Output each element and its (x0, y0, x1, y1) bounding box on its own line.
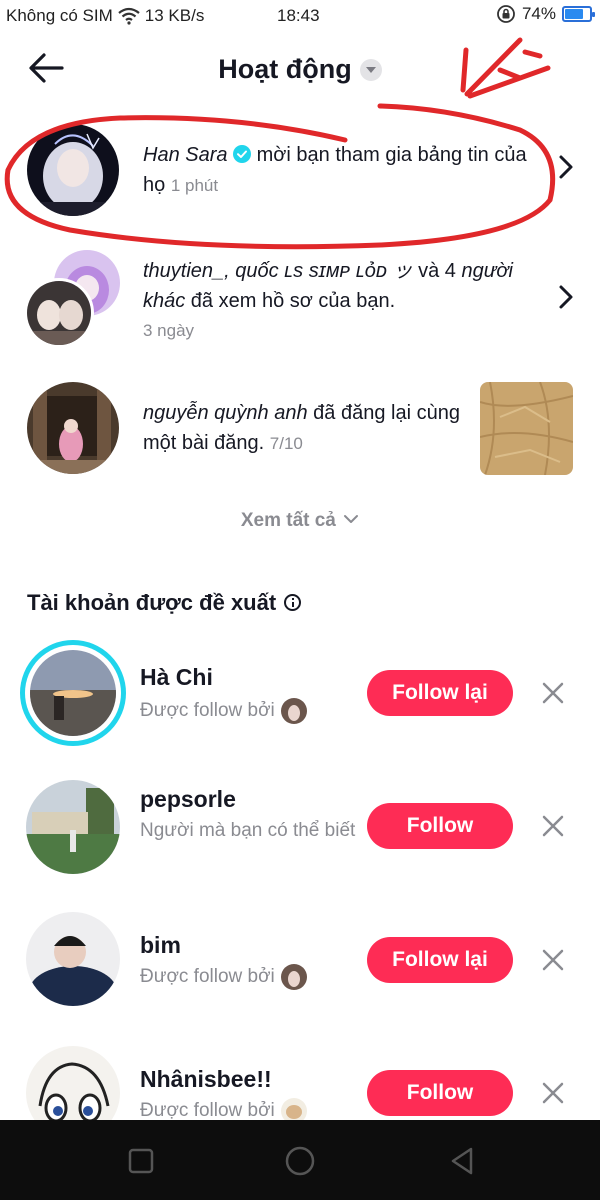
account-subtitle: Được follow bởi (140, 1096, 307, 1120)
account-subtitle: Được follow bởi (140, 962, 307, 992)
header: Hoạt động (0, 36, 600, 100)
chevron-down-icon (359, 58, 382, 81)
activity-time: 1 phút (170, 176, 219, 195)
wifi-icon (118, 7, 140, 25)
avatar[interactable] (30, 650, 116, 736)
story-ring (20, 640, 126, 746)
account-name[interactable]: pepsorle (140, 786, 236, 813)
follow-back-button[interactable]: Follow lại (367, 937, 513, 983)
activity-item[interactable]: Han Sara mời bạn tham gia bảng tin của h… (0, 118, 600, 218)
section-title: Tài khoản được đề xuất (27, 590, 302, 616)
network-speed: 13 KB/s (144, 6, 205, 25)
avatar[interactable] (26, 780, 120, 874)
avatar[interactable] (24, 278, 94, 348)
see-all-button[interactable]: Xem tất cả (0, 510, 600, 532)
suggested-account[interactable]: pepsorle Người mà bạn có thể biết Follow (0, 778, 600, 888)
mutual-avatar (280, 963, 307, 990)
title-dropdown[interactable]: Hoạt động (0, 54, 600, 85)
home-icon[interactable] (283, 1144, 317, 1178)
clock: 18:43 (277, 6, 320, 25)
activity-time: 7/10 (269, 434, 303, 453)
activity-text: nguyễn quỳnh anh đã đăng lại cùng một bà… (143, 398, 463, 459)
user-name[interactable]: Han Sara (143, 144, 228, 166)
mutual-avatar (280, 697, 307, 724)
status-bar: Không có SIM 13 KB/s 18:43 74% (0, 0, 600, 32)
suggested-account[interactable]: Hà Chi Được follow bởi Follow lại (0, 640, 600, 750)
follow-back-button[interactable]: Follow lại (367, 670, 513, 716)
follow-button[interactable]: Follow (367, 1070, 513, 1116)
account-name[interactable]: Hà Chi (140, 664, 213, 691)
activity-text: thuytien_, quốc ʟs sɪᴍᴘ ʟỏᴅ ッ và 4 người… (143, 256, 543, 346)
back-icon[interactable] (445, 1144, 479, 1178)
carrier-label: Không có SIM (6, 6, 113, 25)
recent-apps-icon[interactable] (124, 1144, 158, 1178)
user-names[interactable]: thuytien_, quốc ʟs sɪᴍᴘ ʟỏᴅ ッ (143, 260, 413, 282)
close-icon[interactable] (541, 1081, 565, 1105)
activity-time: 3 ngày (143, 321, 195, 340)
avatar[interactable] (27, 382, 119, 474)
account-name[interactable]: Nhânisbee!! (140, 1066, 272, 1093)
user-name[interactable]: nguyễn quỳnh anh (143, 402, 308, 424)
activity-text: Han Sara mời bạn tham gia bảng tin của h… (143, 140, 543, 201)
chevron-down-icon (344, 515, 359, 523)
suggested-account[interactable]: Nhânisbee!! Được follow bởi Follow (0, 1044, 600, 1120)
close-icon[interactable] (541, 814, 565, 838)
avatar[interactable] (27, 124, 119, 216)
follow-button[interactable]: Follow (367, 803, 513, 849)
avatar[interactable] (26, 912, 120, 1006)
activity-message: đã xem hồ sơ của bạn. (185, 290, 396, 312)
suggested-account[interactable]: bim Được follow bởi Follow lại (0, 910, 600, 1020)
info-icon[interactable] (284, 593, 302, 611)
verified-badge-icon (233, 145, 252, 163)
activity-item[interactable]: nguyễn quỳnh anh đã đăng lại cùng một bà… (0, 380, 600, 480)
system-nav-bar (0, 1120, 600, 1200)
activity-item[interactable]: thuytien_, quốc ʟs sɪᴍᴘ ʟỏᴅ ッ và 4 người… (0, 248, 600, 358)
account-subtitle: Người mà bạn có thể biết (140, 820, 356, 841)
avatar[interactable] (26, 1046, 120, 1120)
battery-icon (562, 6, 595, 22)
account-subtitle: Được follow bởi (140, 696, 307, 726)
page-title: Hoạt động (218, 54, 352, 84)
chevron-right-icon[interactable] (556, 282, 578, 312)
account-name[interactable]: bim (140, 932, 181, 959)
mutual-avatar (280, 1097, 307, 1120)
close-icon[interactable] (541, 948, 565, 972)
rotation-lock-icon (497, 5, 515, 23)
see-all-label: Xem tất cả (240, 510, 336, 531)
close-icon[interactable] (541, 681, 565, 705)
post-thumbnail[interactable] (480, 382, 573, 475)
chevron-right-icon[interactable] (556, 152, 578, 182)
battery-percent: 74% (521, 4, 556, 23)
